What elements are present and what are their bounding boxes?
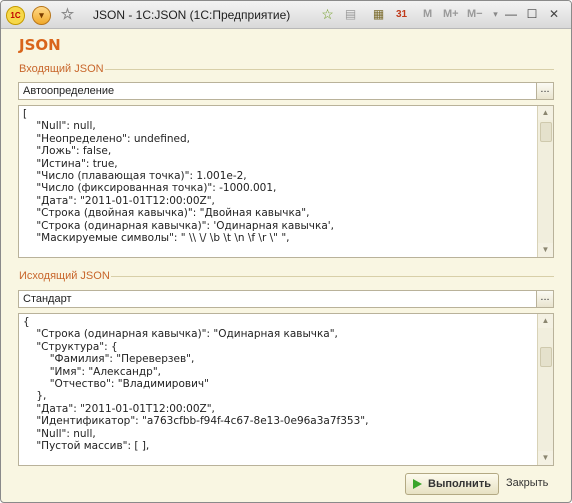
maximize-button[interactable]: ☐ <box>524 7 540 23</box>
output-json-textarea[interactable]: { "Строка (одинарная кавычка)": "Одинарн… <box>18 313 554 466</box>
scroll-thumb[interactable] <box>540 122 552 142</box>
run-button-label: Выполнить <box>428 478 491 490</box>
main-menu-icon[interactable]: ▾ <box>32 6 51 25</box>
toolbar-more-icon[interactable]: ▾ <box>487 6 504 23</box>
app-window: 1С ▾ ☆ JSON - 1С:JSON (1С:Предприятие) ☆… <box>0 0 572 503</box>
memory-m-button[interactable]: M <box>423 8 432 20</box>
scroll-down-arrow-icon[interactable]: ▼ <box>538 243 553 257</box>
scroll-down-arrow-icon[interactable]: ▼ <box>538 451 553 465</box>
favorite-star-icon[interactable]: ☆ <box>59 5 76 23</box>
input-json-text: [ "Null": null, "Неопределено": undefine… <box>23 108 335 245</box>
play-icon <box>413 479 422 489</box>
add-to-favorites-icon[interactable]: ☆ <box>319 6 336 23</box>
memory-plus-button[interactable]: M+ <box>443 8 459 20</box>
output-mode-choose-button[interactable]: ... <box>536 291 553 307</box>
input-json-textarea[interactable]: [ "Null": null, "Неопределено": undefine… <box>18 105 554 258</box>
run-button[interactable]: Выполнить <box>405 473 499 495</box>
title-bar: 1С ▾ ☆ JSON - 1С:JSON (1С:Предприятие) ☆… <box>1 1 571 29</box>
output-group-divider <box>111 276 554 277</box>
input-mode-choose-button[interactable]: ... <box>536 83 553 99</box>
input-mode-value: Автоопределение <box>23 85 115 97</box>
calendar-icon[interactable]: 31 <box>393 6 410 23</box>
output-scrollbar[interactable]: ▲ ▼ <box>537 314 553 465</box>
output-json-text: { "Строка (одинарная кавычка)": "Одинарн… <box>23 316 369 453</box>
close-button[interactable]: Закрыть <box>506 477 548 489</box>
output-group-label: Исходящий JSON <box>19 270 110 282</box>
window-title: JSON - 1С:JSON (1С:Предприятие) <box>93 8 291 22</box>
output-mode-select[interactable]: Стандарт ... <box>18 290 554 308</box>
memory-minus-button[interactable]: M− <box>467 8 483 20</box>
input-scrollbar[interactable]: ▲ ▼ <box>537 106 553 257</box>
app-logo-icon[interactable]: 1С <box>6 6 25 25</box>
minimize-button[interactable]: — <box>503 7 519 23</box>
form-title: JSON <box>19 36 61 54</box>
scroll-up-arrow-icon[interactable]: ▲ <box>538 106 553 120</box>
input-group-label: Входящий JSON <box>19 63 104 75</box>
scroll-up-arrow-icon[interactable]: ▲ <box>538 314 553 328</box>
input-mode-select[interactable]: Автоопределение ... <box>18 82 554 100</box>
calculator-icon[interactable]: ▦ <box>370 6 387 23</box>
output-mode-value: Стандарт <box>23 293 72 305</box>
document-icon[interactable]: ▤ <box>342 6 359 23</box>
input-group-divider <box>105 69 554 70</box>
scroll-thumb[interactable] <box>540 347 552 367</box>
close-window-button[interactable]: ✕ <box>546 7 562 23</box>
